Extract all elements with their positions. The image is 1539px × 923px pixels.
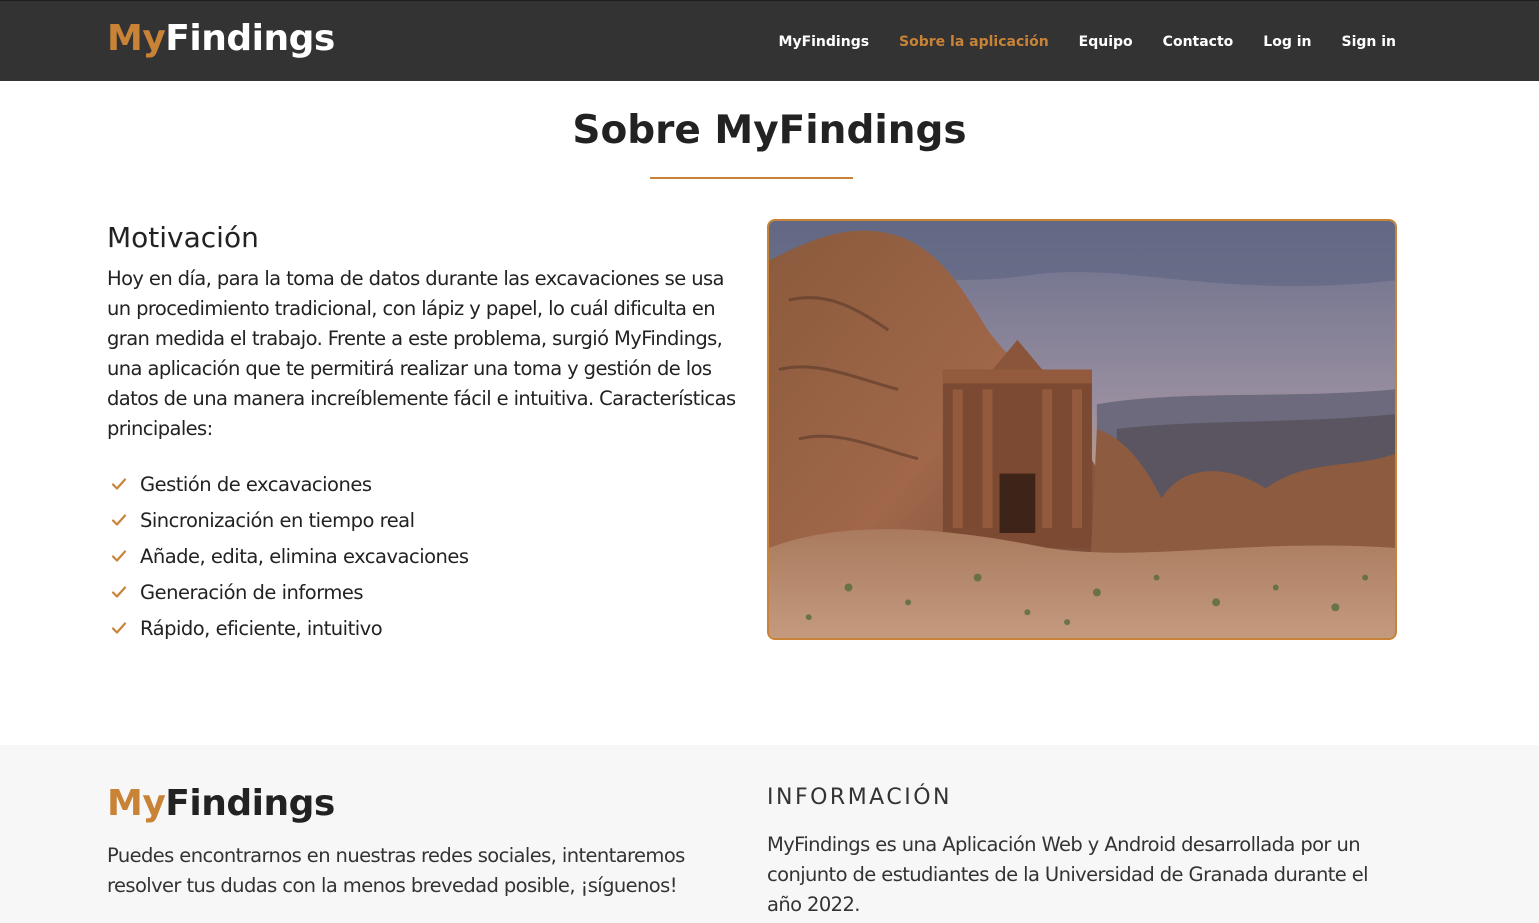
feature-item: Generación de informes bbox=[107, 574, 469, 610]
brand-suffix: Findings bbox=[165, 18, 335, 59]
footer-info-text: MyFindings es una Aplicación Web y Andro… bbox=[767, 833, 1369, 916]
nav-link-sobre-la-aplicacion[interactable]: Sobre la aplicación bbox=[899, 34, 1049, 50]
check-icon bbox=[111, 478, 127, 490]
check-icon bbox=[111, 622, 127, 634]
footer-brand-prefix: My bbox=[107, 783, 166, 824]
footer-brand-logo: MyFindings bbox=[107, 780, 335, 828]
feature-label: Gestión de excavaciones bbox=[140, 472, 372, 496]
feature-label: Sincronización en tiempo real bbox=[140, 508, 415, 532]
nav-link-contacto[interactable]: Contacto bbox=[1163, 34, 1234, 50]
motivation-section: Motivación Hoy en día, para la toma de d… bbox=[107, 218, 737, 444]
motivation-heading: Motivación bbox=[107, 221, 259, 254]
motivation-text: Hoy en día, para la toma de datos durant… bbox=[107, 267, 736, 440]
feature-label: Generación de informes bbox=[140, 580, 364, 604]
feature-item: Añade, edita, elimina excavaciones bbox=[107, 538, 469, 574]
brand-logo[interactable]: MyFindings bbox=[107, 15, 335, 63]
nav-link-sign-in[interactable]: Sign in bbox=[1341, 34, 1396, 50]
check-icon bbox=[111, 514, 127, 526]
feature-label: Añade, edita, elimina excavaciones bbox=[140, 544, 469, 568]
feature-label: Rápido, eficiente, intuitivo bbox=[140, 616, 383, 640]
footer: MyFindings Puedes encontrarnos en nuestr… bbox=[0, 745, 1539, 923]
petra-monastery-illustration bbox=[769, 221, 1395, 638]
features-list: Gestión de excavaciones Sincronización e… bbox=[107, 466, 469, 646]
feature-item: Sincronización en tiempo real bbox=[107, 502, 469, 538]
check-icon bbox=[111, 586, 127, 598]
feature-item: Rápido, eficiente, intuitivo bbox=[107, 610, 469, 646]
nav-link-log-in[interactable]: Log in bbox=[1263, 34, 1311, 50]
page-title: Sobre MyFindings bbox=[572, 108, 967, 153]
nav-link-myfindings[interactable]: MyFindings bbox=[779, 34, 870, 50]
title-divider bbox=[650, 177, 853, 179]
brand-prefix: My bbox=[107, 18, 166, 59]
hero-image-petra bbox=[767, 219, 1397, 640]
feature-item: Gestión de excavaciones bbox=[107, 466, 469, 502]
nav-menu: MyFindings Sobre la aplicación Equipo Co… bbox=[749, 1, 1396, 82]
footer-info-heading: INFORMACIÓN bbox=[767, 785, 952, 810]
footer-social-text: Puedes encontrarnos en nuestras redes so… bbox=[107, 844, 685, 897]
check-icon bbox=[111, 550, 127, 562]
footer-brand-suffix: Findings bbox=[165, 783, 335, 824]
top-navbar: MyFindings MyFindings Sobre la aplicació… bbox=[0, 0, 1539, 81]
nav-link-equipo[interactable]: Equipo bbox=[1079, 34, 1133, 50]
